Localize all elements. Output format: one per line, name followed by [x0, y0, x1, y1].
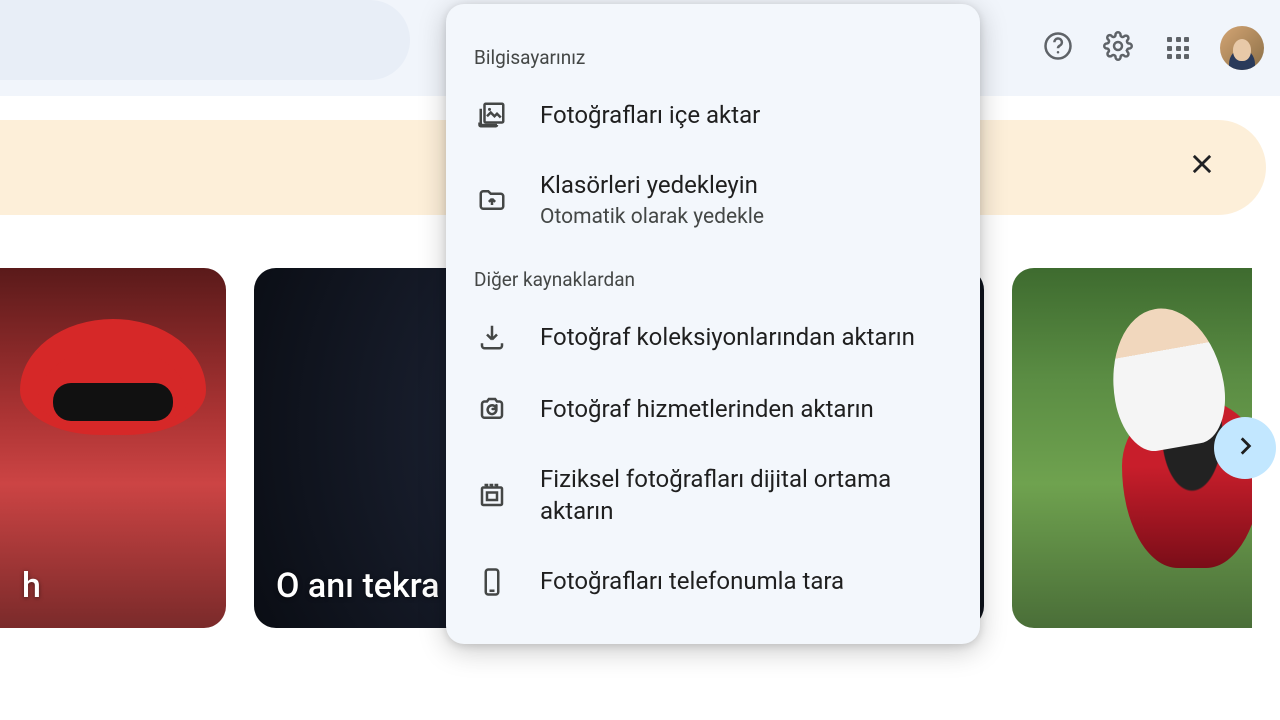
menu-item-label: Klasörleri yedekleyin: [540, 169, 764, 201]
download-icon: [474, 319, 510, 355]
menu-item-backup-folders[interactable]: Klasörleri yedekleyin Otomatik olarak ye…: [446, 151, 980, 250]
menu-item-label: Fiziksel fotoğrafları dijital ortama akt…: [540, 463, 952, 528]
close-icon: [1188, 150, 1216, 186]
menu-item-scan-with-phone[interactable]: Fotoğrafları telefonumla tara: [446, 546, 980, 618]
gear-icon: [1103, 31, 1133, 65]
film-roll-icon: [474, 477, 510, 513]
menu-item-label: Fotoğraf hizmetlerinden aktarın: [540, 393, 874, 425]
menu-item-from-collections[interactable]: Fotoğraf koleksiyonlarından aktarın: [446, 301, 980, 373]
memory-card-caption: O anı tekra: [276, 566, 439, 606]
dropdown-section-label: Bilgisayarınız: [446, 28, 980, 79]
menu-item-label: Fotoğrafları telefonumla tara: [540, 565, 844, 597]
banner-close-button[interactable]: [1180, 146, 1224, 190]
help-button[interactable]: [1034, 24, 1082, 72]
camera-swap-icon: [474, 391, 510, 427]
menu-item-from-services[interactable]: Fotoğraf hizmetlerinden aktarın: [446, 373, 980, 445]
memory-card[interactable]: h: [0, 268, 226, 628]
chevron-right-icon: [1232, 433, 1258, 463]
search-input[interactable]: [0, 0, 410, 80]
account-avatar[interactable]: [1220, 26, 1264, 70]
upload-dropdown: Bilgisayarınız Fotoğrafları içe aktar Kl…: [446, 4, 980, 644]
menu-item-label: Fotoğrafları içe aktar: [540, 99, 760, 131]
apps-button[interactable]: [1154, 24, 1202, 72]
help-icon: [1043, 31, 1073, 65]
carousel-next-button[interactable]: [1214, 417, 1276, 479]
memory-card-caption: h: [22, 566, 41, 606]
dropdown-section-label: Diğer kaynaklardan: [446, 250, 980, 301]
menu-item-label: Fotoğraf koleksiyonlarından aktarın: [540, 321, 915, 353]
apps-grid-icon: [1167, 37, 1189, 59]
phone-icon: [474, 564, 510, 600]
menu-item-digitize-photos[interactable]: Fiziksel fotoğrafları dijital ortama akt…: [446, 445, 980, 546]
menu-item-sublabel: Otomatik olarak yedekle: [540, 203, 764, 231]
folder-upload-icon: [474, 182, 510, 218]
photo-stack-icon: [474, 97, 510, 133]
menu-item-import-photos[interactable]: Fotoğrafları içe aktar: [446, 79, 980, 151]
settings-button[interactable]: [1094, 24, 1142, 72]
